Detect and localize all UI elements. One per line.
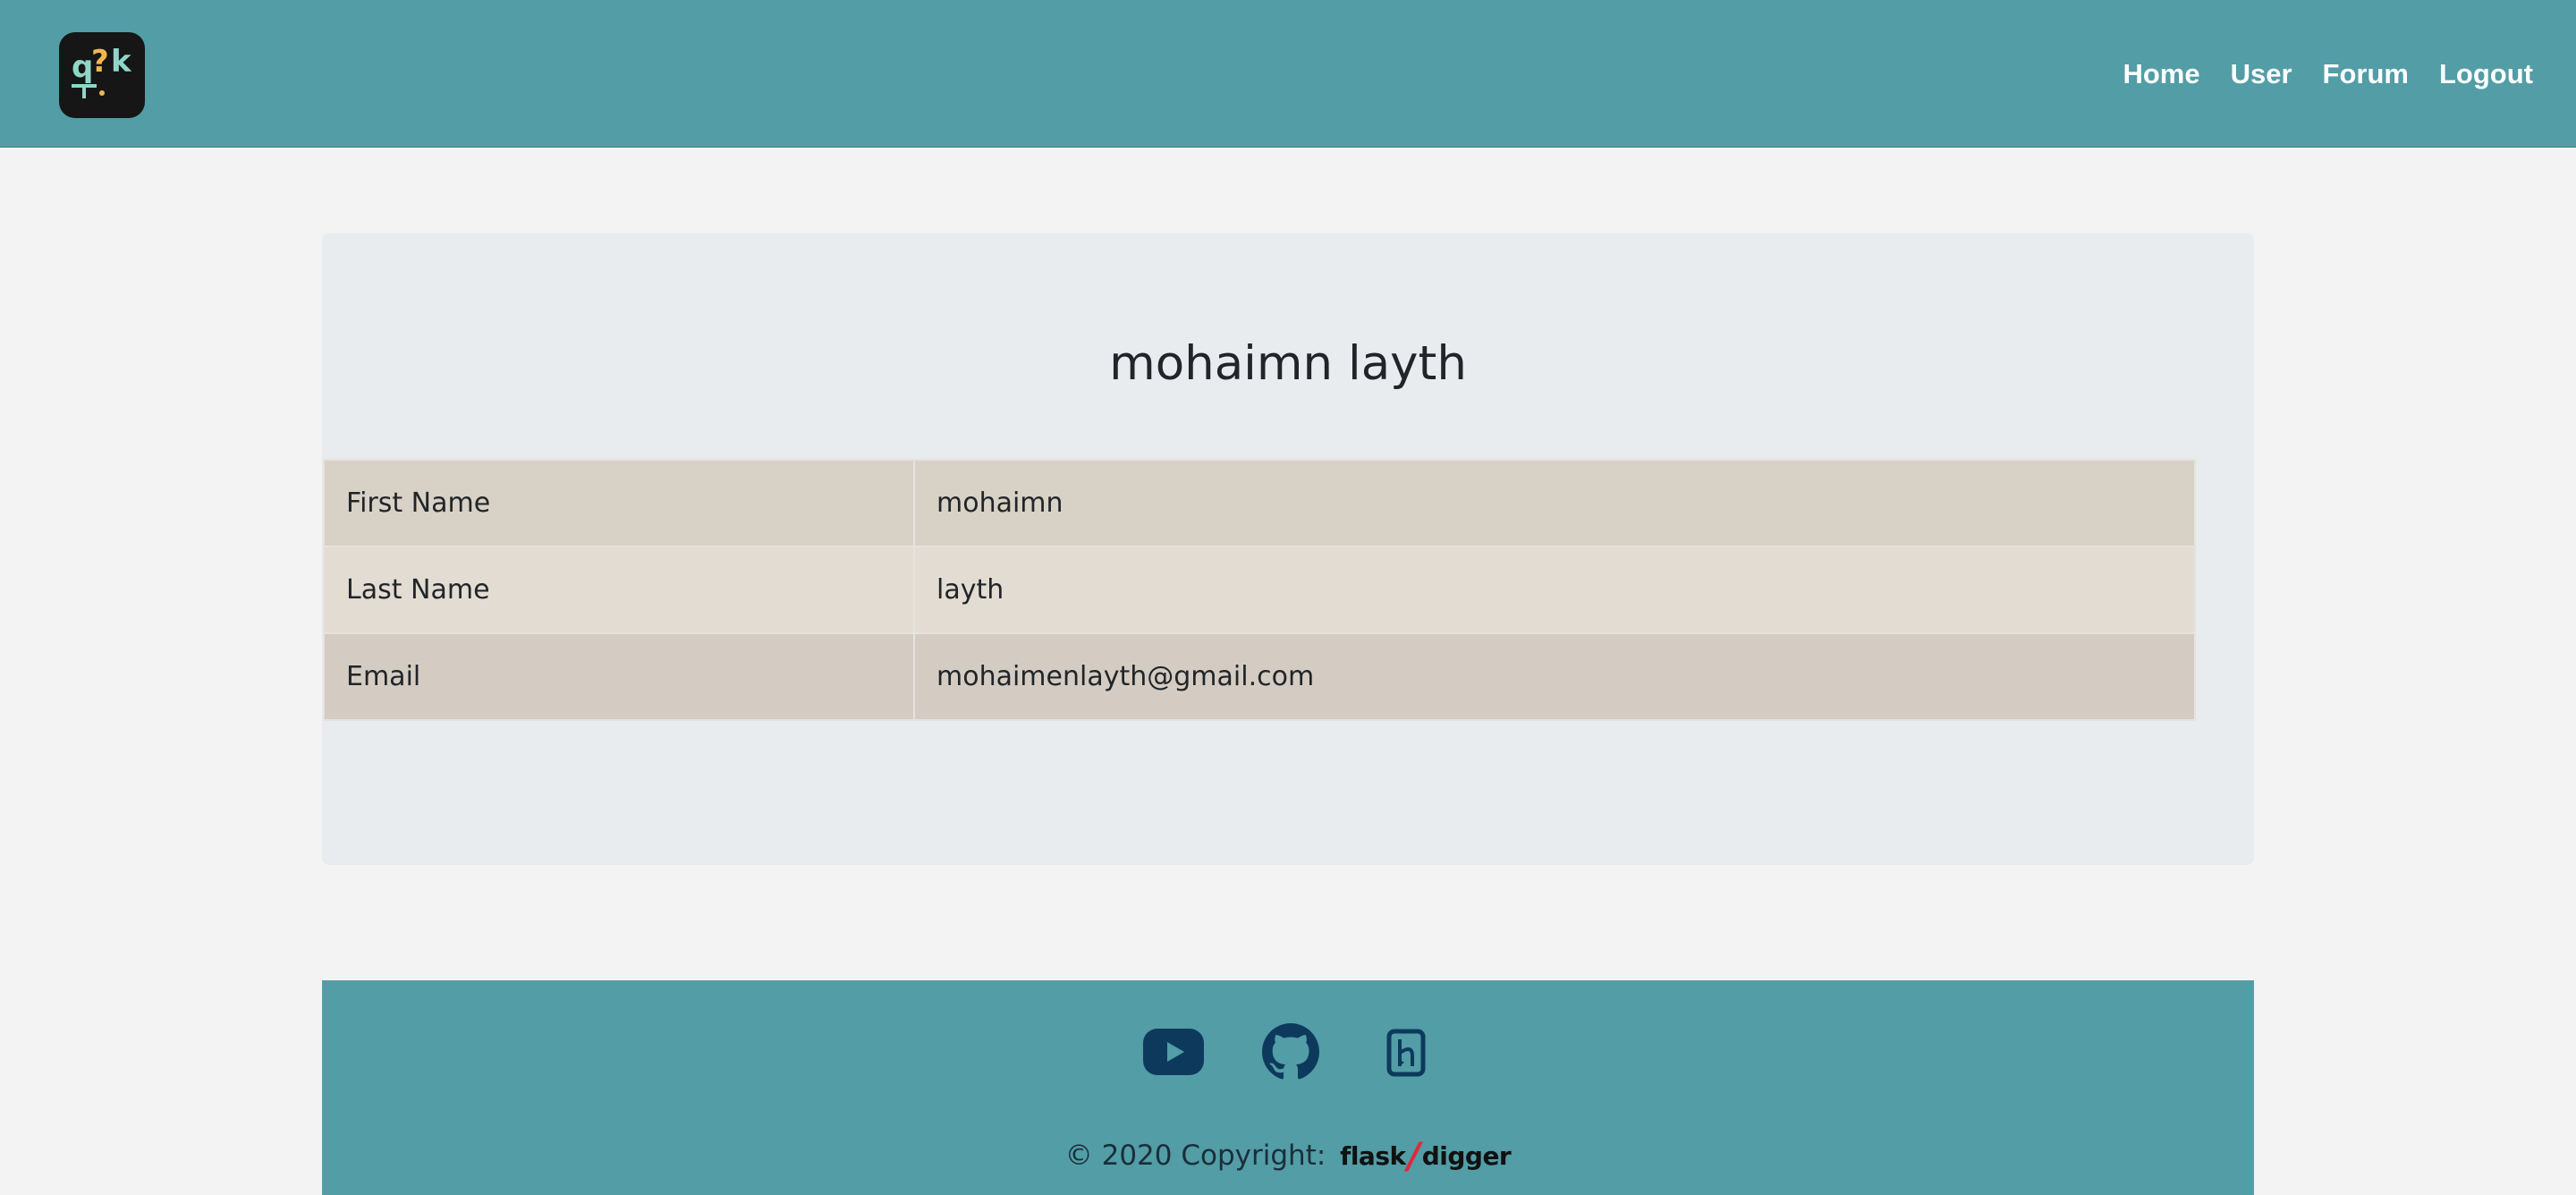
heroku-icon[interactable] xyxy=(1386,1029,1426,1077)
copyright-line: © 2020 Copyright: flask/digger xyxy=(322,1136,2254,1177)
brand-right-text: digger xyxy=(1421,1141,1512,1171)
top-navbar: q ? k Home User Forum Logout xyxy=(0,0,2576,148)
table-row: First Name mohaimn xyxy=(323,459,2196,547)
first-name-label: First Name xyxy=(323,459,915,547)
brand-slash: / xyxy=(1407,1136,1421,1177)
profile-title: mohaimn layth xyxy=(1109,336,1467,391)
last-name-value: layth xyxy=(913,546,2196,634)
flaskdigger-logo[interactable]: flask/digger xyxy=(1340,1136,1512,1177)
email-value: mohaimenlayth@gmail.com xyxy=(913,632,2196,721)
copyright-text: © 2020 Copyright: xyxy=(1064,1140,1326,1172)
first-name-value: mohaimn xyxy=(913,459,2196,547)
brand-left-text: flask xyxy=(1340,1141,1406,1171)
nav-link-user[interactable]: User xyxy=(2231,58,2292,90)
nav-link-forum[interactable]: Forum xyxy=(2323,58,2409,90)
site-logo[interactable]: q ? k xyxy=(59,32,145,118)
nav-link-logout[interactable]: Logout xyxy=(2439,58,2533,90)
last-name-label: Last Name xyxy=(323,546,915,634)
table-row: Email mohaimenlayth@gmail.com xyxy=(323,632,2196,721)
email-label: Email xyxy=(323,632,915,721)
svg-text:k: k xyxy=(111,44,132,80)
profile-info-table: First Name mohaimn Last Name layth Email… xyxy=(323,459,2196,721)
logo-icon: q ? k xyxy=(72,44,132,98)
youtube-icon[interactable] xyxy=(1143,1029,1204,1075)
svg-text:q: q xyxy=(72,49,93,85)
github-icon[interactable] xyxy=(1262,1023,1319,1081)
nav-link-home[interactable]: Home xyxy=(2123,58,2199,90)
nav-links: Home User Forum Logout xyxy=(2092,0,2533,148)
svg-text:?: ? xyxy=(91,44,109,80)
table-row: Last Name layth xyxy=(323,546,2196,634)
